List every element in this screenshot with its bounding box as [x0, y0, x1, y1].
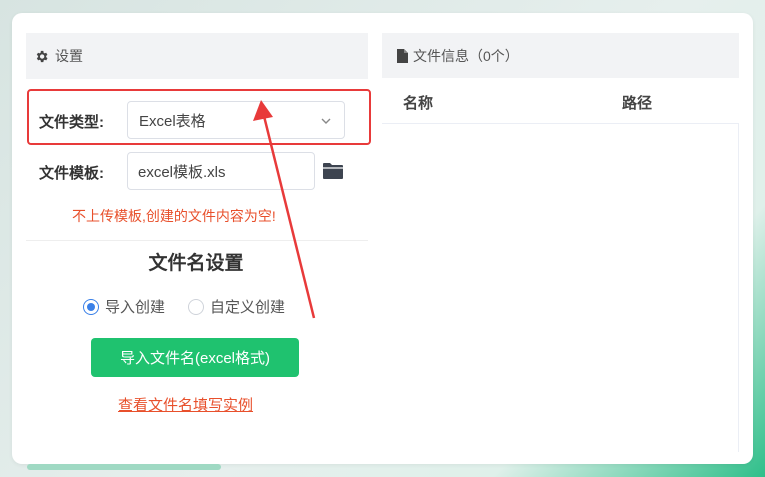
file-info-header: 文件信息（0个）: [382, 33, 739, 78]
empty-template-warning: 不上传模板,创建的文件内容为空!: [72, 208, 276, 224]
file-icon: [397, 48, 408, 63]
template-input[interactable]: excel模板.xls: [127, 152, 315, 190]
file-type-highlight-box: [27, 89, 371, 145]
radio-dot[interactable]: [188, 298, 204, 315]
import-filenames-button[interactable]: 导入文件名(excel格式): [91, 338, 299, 377]
column-name: 名称: [403, 95, 434, 112]
template-value: excel模板.xls: [138, 163, 226, 181]
radio-custom-label: 自定义创建: [210, 299, 286, 316]
settings-header-title: 设置: [55, 48, 83, 64]
section-divider: [26, 240, 368, 241]
bottom-scroll-indicator: [27, 464, 221, 470]
column-path: 路径: [622, 95, 653, 112]
folder-icon[interactable]: [322, 161, 344, 181]
gear-icon: [36, 50, 48, 62]
settings-header: 设置: [26, 33, 368, 79]
filename-section-title: 文件名设置: [148, 253, 244, 274]
file-table-header: 名称 路径: [382, 78, 739, 124]
radio-import-label: 导入创建: [105, 299, 166, 316]
file-table-body: [382, 124, 739, 452]
file-info-title: 文件信息（0个）: [413, 47, 519, 64]
radio-import-create[interactable]: 导入创建: [83, 296, 165, 317]
radio-dot-selected[interactable]: [83, 298, 99, 315]
template-label: 文件模板:: [39, 165, 104, 182]
view-example-link[interactable]: 查看文件名填写实例: [118, 394, 253, 415]
radio-custom-create[interactable]: 自定义创建: [188, 296, 285, 317]
